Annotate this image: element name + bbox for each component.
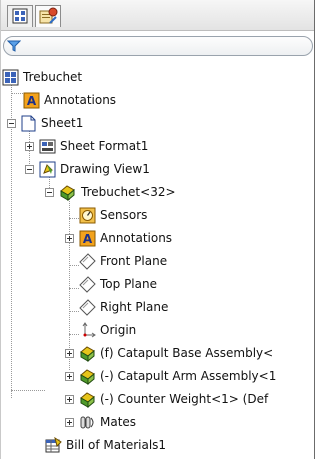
tree-item-label: Right Plane: [100, 300, 169, 314]
assembly-icon: [80, 369, 95, 385]
expand-toggle[interactable]: [65, 234, 74, 243]
assembly-icon: [80, 392, 95, 408]
svg-text:A: A: [27, 94, 37, 108]
bill-of-materials-icon: [45, 437, 62, 453]
plane-icon: [79, 253, 96, 270]
tree-connector: [69, 265, 79, 266]
plane-icon: [79, 299, 96, 316]
tree-item-label: Drawing View1: [60, 162, 150, 176]
tree-item-label: Top Plane: [100, 277, 157, 291]
tree-item-label: Sensors: [100, 208, 148, 222]
assembly-icon: [60, 185, 75, 201]
tree-item-label: Mates: [100, 415, 137, 429]
drawing-view-icon: [39, 161, 56, 178]
expand-toggle[interactable]: [65, 372, 74, 381]
expand-toggle[interactable]: [25, 142, 34, 151]
drawing-icon: [2, 69, 19, 86]
expand-toggle[interactable]: [65, 395, 74, 404]
collapse-toggle[interactable]: [7, 119, 16, 128]
assembly-icon: [80, 346, 95, 362]
tree-item-label: Origin: [100, 323, 137, 337]
filter-bar[interactable]: [3, 36, 313, 56]
collapse-toggle[interactable]: [45, 188, 54, 197]
sheet-format-icon: [39, 139, 56, 154]
tree-item-label: Annotations: [100, 231, 173, 245]
tree-item-label: Trebuchet: [23, 70, 83, 84]
feature-tree: Trebuchet A Annotations Sheet1 Sheet For…: [1, 60, 314, 459]
tab-feature-tree[interactable]: [7, 5, 33, 27]
panel-tabs: [1, 0, 314, 31]
tree-connector: [69, 311, 79, 312]
expand-toggle[interactable]: [65, 418, 74, 427]
feature-manager-panel: Trebuchet A Annotations Sheet1 Sheet For…: [0, 0, 315, 459]
filter-icon[interactable]: [7, 39, 21, 53]
feature-tree-icon: [12, 8, 28, 24]
tree-connector: [11, 82, 12, 398]
annotation-icon: A: [23, 92, 40, 109]
tree-item-label: (-) Counter Weight<1> (Def: [100, 392, 269, 406]
tree-item-label: Bill of Materials1: [66, 438, 167, 452]
collapse-toggle[interactable]: [25, 165, 34, 174]
plane-icon: [79, 276, 96, 293]
tree-connector: [69, 288, 79, 289]
sheet-icon: [21, 115, 36, 132]
tree-item-label: Sheet1: [41, 116, 84, 130]
origin-icon: [82, 322, 96, 338]
expand-toggle[interactable]: [65, 349, 74, 358]
tree-connector: [69, 218, 79, 219]
tree-connector: [11, 390, 45, 391]
sensor-icon: [79, 207, 96, 224]
tree-item-label: Sheet Format1: [60, 139, 149, 153]
mates-icon: [80, 416, 94, 429]
tree-connector: [69, 334, 79, 335]
annotation-icon: A: [79, 230, 96, 247]
property-manager-icon: [39, 7, 58, 24]
tree-item-label: (-) Catapult Arm Assembly<1: [100, 369, 277, 383]
tab-property-manager[interactable]: [35, 5, 61, 27]
tree-item-label: Trebuchet<32>: [81, 185, 176, 199]
tree-item-label: (f) Catapult Base Assembly<: [100, 346, 274, 360]
svg-text:A: A: [83, 232, 93, 246]
tree-item-label: Annotations: [44, 93, 117, 107]
tree-connector: [69, 195, 70, 370]
tree-item-label: Front Plane: [100, 254, 168, 268]
